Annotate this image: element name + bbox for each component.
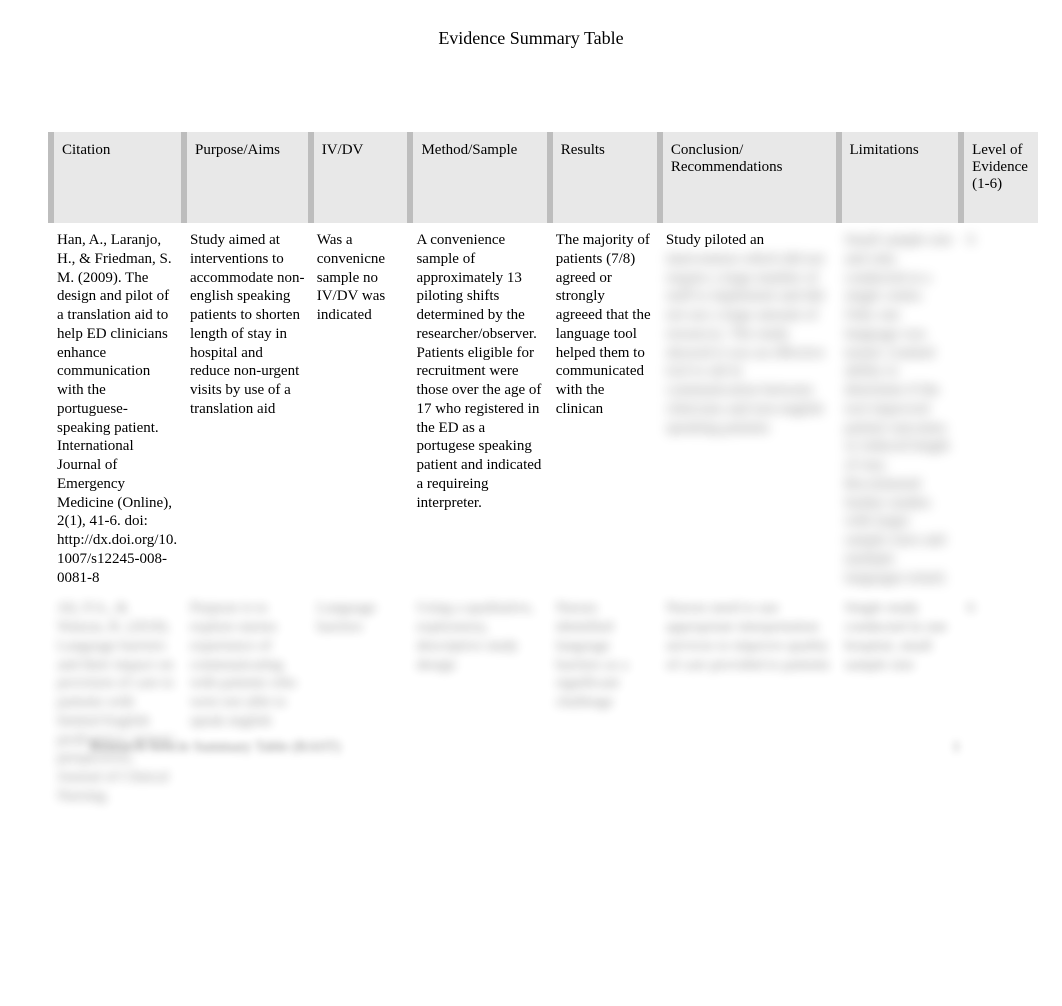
purpose-blur: Purpose is to explore nurses experience … [190, 600, 297, 729]
table-row: Ali, P.A., & Watson, R. (2018). Language… [51, 595, 1038, 813]
cell-citation: Han, A., Laranjo, H., & Friedman, S. M. … [51, 223, 184, 595]
cell-method: A convenience sample of approximately 13… [410, 223, 549, 595]
header-level: Level of Evidence (1-6) [961, 132, 1038, 223]
header-limitations: Limitations [839, 132, 962, 223]
cell-limitations: Single study conducted in one hospital, … [839, 595, 962, 813]
cell-results: Nurses identified language barriers as a… [550, 595, 660, 813]
ivdv-blur: Language barriers [317, 600, 376, 635]
footer-left: Research Article Summary Table (RAST) [90, 739, 340, 756]
conclusion-blur: Nurses need to use appropriate interpret… [666, 600, 830, 672]
cell-conclusion: Study piloted an intervention which did … [660, 223, 839, 595]
level-blur: 6 [967, 600, 975, 616]
footer-page: 1 [953, 739, 961, 756]
conclusion-blur: intervention which did not require a lar… [666, 250, 833, 438]
cell-citation: Ali, P.A., & Watson, R. (2018). Language… [51, 595, 184, 813]
cell-purpose: Study aimed at interventions to accommod… [184, 223, 311, 595]
header-citation: Citation [51, 132, 184, 223]
conclusion-clear: Study piloted an [666, 231, 833, 250]
header-conclusion: Conclusion/ Recommendations [660, 132, 839, 223]
cell-purpose: Purpose is to explore nurses experience … [184, 595, 311, 813]
results-blur: Nurses identified language barriers as a… [556, 600, 628, 710]
evidence-table: Citation Purpose/Aims IV/DV Method/Sampl… [48, 132, 1038, 814]
limitations-blur: Single study conducted in one hospital, … [845, 600, 947, 672]
method-blur: Using a qualitative, exploratory, descri… [416, 600, 533, 672]
header-method: Method/Sample [410, 132, 549, 223]
page-title: Evidence Summary Table [0, 0, 1062, 59]
citation-blur: Ali, P.A., & Watson, R. (2018). Language… [57, 600, 174, 804]
cell-ivdv: Was a convenicne sample no IV/DV was ind… [311, 223, 411, 595]
cell-level: 6 [961, 595, 1038, 813]
footer: Research Article Summary Table (RAST) 1 [90, 739, 960, 756]
header-ivdv: IV/DV [311, 132, 411, 223]
header-results: Results [550, 132, 660, 223]
cell-method: Using a qualitative, exploratory, descri… [410, 595, 549, 813]
table-row: Han, A., Laranjo, H., & Friedman, S. M. … [51, 223, 1038, 595]
cell-results: The majority of patients (7/8) agreed or… [550, 223, 660, 595]
header-row: Citation Purpose/Aims IV/DV Method/Sampl… [51, 132, 1038, 223]
evidence-table-wrap: Citation Purpose/Aims IV/DV Method/Sampl… [48, 132, 1038, 814]
limitations-blur: Small sample size and only conducted at … [845, 232, 953, 586]
header-purpose: Purpose/Aims [184, 132, 311, 223]
cell-level: 6 [961, 223, 1038, 595]
cell-limitations: Small sample size and only conducted at … [839, 223, 962, 595]
cell-ivdv: Language barriers [311, 595, 411, 813]
level-blur: 6 [967, 232, 975, 248]
cell-conclusion: Nurses need to use appropriate interpret… [660, 595, 839, 813]
